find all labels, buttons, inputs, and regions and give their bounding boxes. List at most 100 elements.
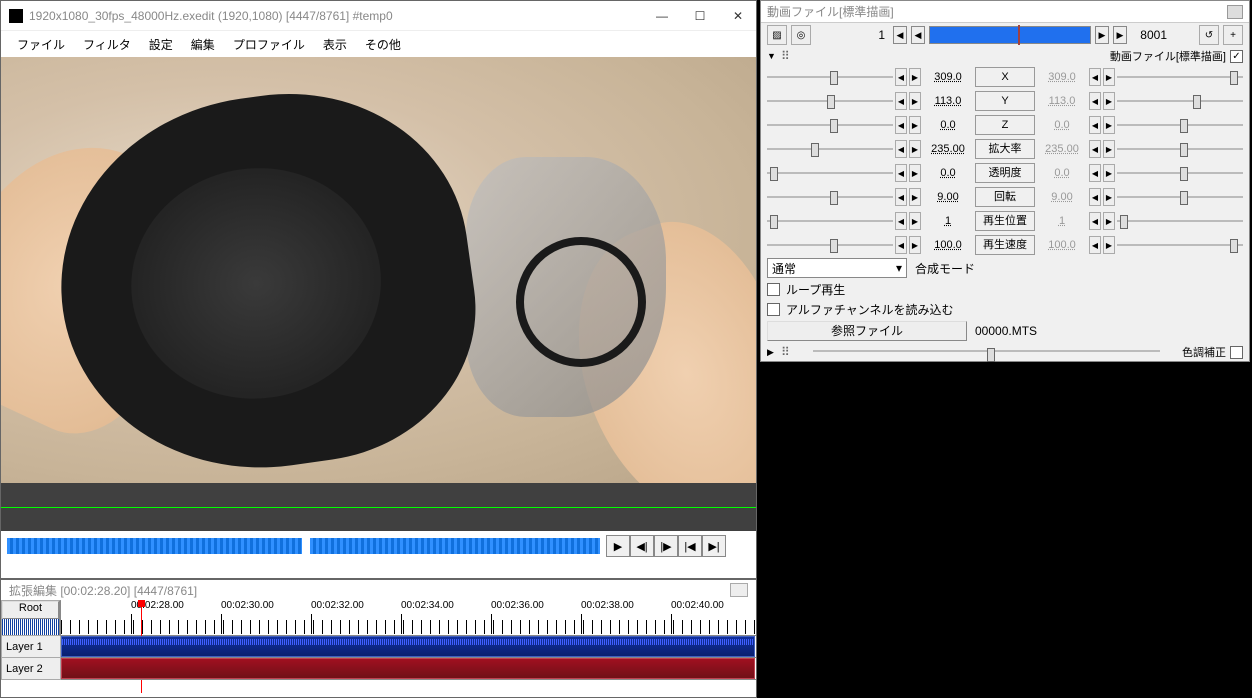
menu-settings[interactable]: 設定 — [143, 34, 179, 55]
expand-icon[interactable]: ▼ — [767, 51, 777, 61]
param-value-left[interactable]: 235.00 — [923, 143, 973, 155]
step-back-button[interactable]: ◀| — [630, 535, 654, 557]
slider-thumb[interactable] — [827, 95, 835, 109]
dec-button[interactable]: ◀ — [895, 236, 907, 254]
frame-next2-button[interactable]: ▶ — [1113, 26, 1127, 44]
reference-file-button[interactable]: 参照ファイル — [767, 321, 967, 341]
properties-collapse-button[interactable] — [1227, 5, 1243, 19]
frame-prev2-button[interactable]: ◀ — [911, 26, 925, 44]
param-value-left[interactable]: 9.00 — [923, 191, 973, 203]
dec-button[interactable]: ◀ — [1089, 116, 1101, 134]
inc-button[interactable]: ▶ — [909, 164, 921, 182]
menu-other[interactable]: その他 — [359, 34, 407, 55]
section-enable-checkbox[interactable] — [1230, 346, 1243, 359]
slider-thumb[interactable] — [811, 143, 819, 157]
inc-button[interactable]: ▶ — [1103, 236, 1115, 254]
goto-end-button[interactable]: ▶| — [702, 535, 726, 557]
param-slider-right[interactable] — [1117, 67, 1243, 87]
section-header-2[interactable]: ▶ ⠿ 色調補正 — [761, 343, 1249, 361]
video-preview[interactable] — [1, 57, 756, 483]
slider-thumb[interactable] — [770, 167, 778, 181]
inc-button[interactable]: ▶ — [1103, 68, 1115, 86]
param-name-button[interactable]: 拡大率 — [975, 139, 1035, 159]
play-button[interactable]: ▶ — [606, 535, 630, 557]
slider-thumb[interactable] — [987, 348, 995, 362]
slider-thumb[interactable] — [770, 215, 778, 229]
root-button[interactable]: Root — [2, 601, 59, 619]
menu-view[interactable]: 表示 — [317, 34, 353, 55]
param-name-button[interactable]: Y — [975, 91, 1035, 111]
dec-button[interactable]: ◀ — [895, 68, 907, 86]
param-value-right[interactable]: 235.00 — [1037, 143, 1087, 155]
dec-button[interactable]: ◀ — [895, 92, 907, 110]
param-value-right[interactable]: 9.00 — [1037, 191, 1087, 203]
grip-icon[interactable]: ⠿ — [781, 49, 791, 63]
main-title-bar[interactable]: 1920x1080_30fps_48000Hz.exedit (1920,108… — [1, 1, 756, 31]
frame-seek-slider[interactable] — [929, 26, 1091, 44]
frame-prev-button[interactable]: ◀ — [893, 26, 907, 44]
param-value-left[interactable]: 309.0 — [923, 71, 973, 83]
dec-button[interactable]: ◀ — [895, 116, 907, 134]
param-name-button[interactable]: X — [975, 67, 1035, 87]
param-slider-left[interactable] — [767, 163, 893, 183]
dec-button[interactable]: ◀ — [895, 212, 907, 230]
tool-icon-a[interactable]: ▨ — [767, 25, 787, 45]
expand-icon[interactable]: ▶ — [767, 347, 777, 358]
dec-button[interactable]: ◀ — [1089, 140, 1101, 158]
inc-button[interactable]: ▶ — [909, 68, 921, 86]
section-slider[interactable] — [813, 344, 1160, 358]
blend-mode-select[interactable]: 通常▾ — [767, 258, 907, 278]
tool-icon-c[interactable]: ↺ — [1199, 25, 1219, 45]
frame-current[interactable]: 1 — [849, 28, 889, 42]
inc-button[interactable]: ▶ — [909, 212, 921, 230]
inc-button[interactable]: ▶ — [1103, 212, 1115, 230]
section-enable-checkbox[interactable]: ✓ — [1230, 50, 1243, 63]
param-slider-right[interactable] — [1117, 163, 1243, 183]
inc-button[interactable]: ▶ — [1103, 164, 1115, 182]
param-slider-left[interactable] — [767, 67, 893, 87]
dec-button[interactable]: ◀ — [1089, 188, 1101, 206]
dec-button[interactable]: ◀ — [1089, 92, 1101, 110]
slider-thumb[interactable] — [1180, 143, 1188, 157]
slider-thumb[interactable] — [830, 119, 838, 133]
inc-button[interactable]: ▶ — [909, 188, 921, 206]
slider-thumb[interactable] — [1180, 167, 1188, 181]
slider-thumb[interactable] — [830, 191, 838, 205]
slider-thumb[interactable] — [1230, 239, 1238, 253]
loop-checkbox[interactable] — [767, 283, 780, 296]
inc-button[interactable]: ▶ — [1103, 140, 1115, 158]
add-effect-button[interactable]: + — [1223, 25, 1243, 45]
frame-next-button[interactable]: ▶ — [1095, 26, 1109, 44]
video-clip[interactable] — [61, 636, 755, 657]
timeline-title-bar[interactable]: 拡張編集 [00:02:28.20] [4447/8761] — [1, 580, 756, 600]
param-name-button[interactable]: 透明度 — [975, 163, 1035, 183]
param-slider-right[interactable] — [1117, 115, 1243, 135]
slider-thumb[interactable] — [1180, 119, 1188, 133]
inc-button[interactable]: ▶ — [1103, 92, 1115, 110]
step-fwd-button[interactable]: |▶ — [654, 535, 678, 557]
param-name-button[interactable]: 再生速度 — [975, 235, 1035, 255]
param-slider-right[interactable] — [1117, 187, 1243, 207]
inc-button[interactable]: ▶ — [1103, 116, 1115, 134]
slider-thumb[interactable] — [830, 239, 838, 253]
preview-seek-area[interactable] — [1, 483, 756, 531]
param-value-left[interactable]: 0.0 — [923, 167, 973, 179]
param-value-left[interactable]: 0.0 — [923, 119, 973, 131]
tool-icon-b[interactable]: ◎ — [791, 25, 811, 45]
param-value-left[interactable]: 100.0 — [923, 239, 973, 251]
param-name-button[interactable]: 回転 — [975, 187, 1035, 207]
param-value-right[interactable]: 100.0 — [1037, 239, 1087, 251]
param-value-right[interactable]: 1 — [1037, 215, 1087, 227]
dec-button[interactable]: ◀ — [895, 140, 907, 158]
param-slider-right[interactable] — [1117, 211, 1243, 231]
param-slider-right[interactable] — [1117, 235, 1243, 255]
menu-edit[interactable]: 編集 — [185, 34, 221, 55]
alpha-checkbox[interactable] — [767, 303, 780, 316]
range-segment-b[interactable] — [310, 538, 600, 554]
range-segment-a[interactable] — [7, 538, 302, 554]
param-value-right[interactable]: 309.0 — [1037, 71, 1087, 83]
param-slider-left[interactable] — [767, 187, 893, 207]
timeline-ticks[interactable]: 00:02:28.00 00:02:30.00 00:02:32.00 00:0… — [61, 600, 756, 636]
dec-button[interactable]: ◀ — [1089, 236, 1101, 254]
audio-clip[interactable] — [61, 658, 755, 679]
